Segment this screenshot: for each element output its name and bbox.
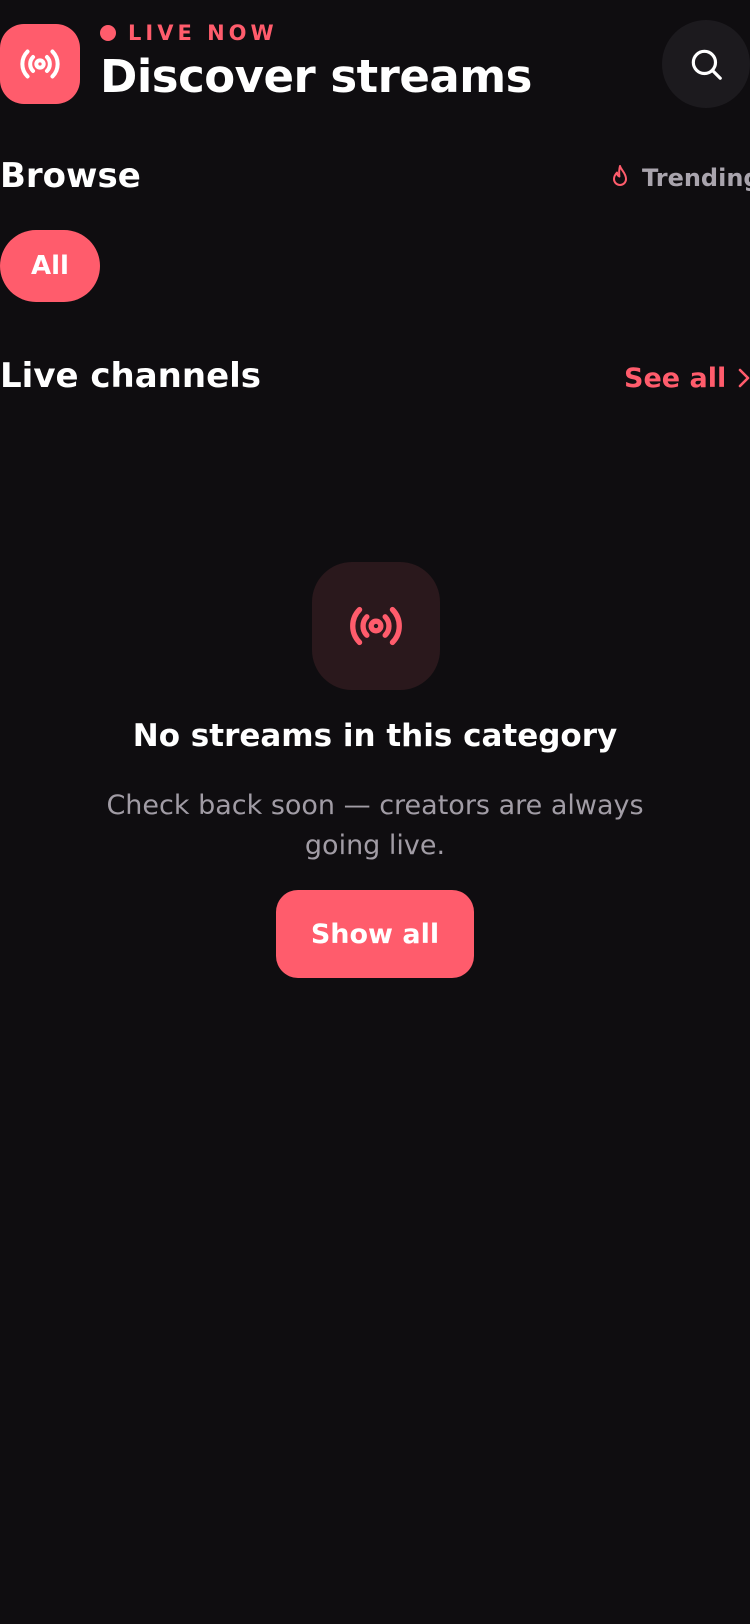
- search-button[interactable]: [662, 20, 750, 108]
- live-channels-title: Live channels: [0, 356, 262, 396]
- live-indicator: LIVE NOW: [100, 20, 278, 46]
- show-all-button[interactable]: Show all: [276, 890, 474, 978]
- empty-state-icon-box: [312, 562, 440, 690]
- trending-link[interactable]: Trending: [608, 160, 750, 196]
- trending-label: Trending: [642, 164, 750, 192]
- category-chip-all[interactable]: All: [0, 230, 100, 302]
- empty-state-title: No streams in this category: [132, 718, 618, 754]
- see-all-link[interactable]: See all: [624, 360, 750, 396]
- browse-title: Browse: [0, 156, 141, 196]
- live-label: LIVE NOW: [128, 21, 278, 45]
- broadcast-icon: [350, 606, 402, 646]
- chevron-right-icon: [738, 368, 750, 388]
- page-title: Discover streams: [100, 50, 532, 103]
- flame-icon: [613, 165, 627, 186]
- app-logo: [0, 24, 80, 104]
- see-all-label: See all: [624, 362, 727, 394]
- live-dot: [100, 25, 116, 41]
- empty-state-description: Check back soon — creators are always go…: [106, 790, 644, 861]
- discover-screen: LIVE NOW Discover streams Browse Trendin…: [0, 0, 750, 1624]
- broadcast-icon: [20, 49, 60, 79]
- search-icon: [691, 49, 722, 80]
